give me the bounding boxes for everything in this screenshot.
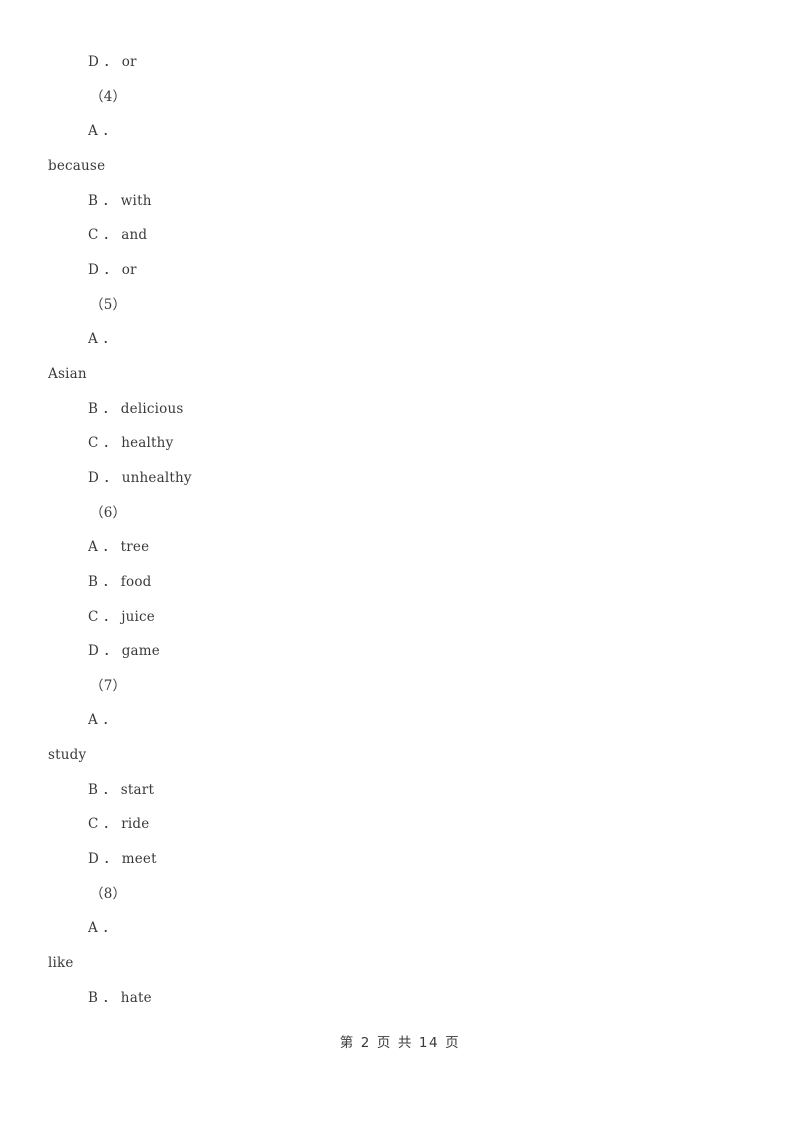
text-line: B ． with [88,192,152,209]
text-line: C ． and [88,227,148,244]
text-line: like [48,955,74,972]
text-line: （7） [90,677,127,694]
text-line: A ． [88,920,117,937]
text-line: D ． unhealthy [88,469,192,486]
text-line: Asian [48,365,87,382]
text-line: B ． hate [88,989,152,1006]
text-line: D ． or [88,54,137,70]
text-line: D ． meet [88,851,157,868]
text-line: B ． start [88,781,155,798]
text-line: D ． game [88,643,160,660]
text-line: D ． or [88,261,137,278]
text-line: A ． [88,331,117,348]
text-line: A ． tree [88,539,150,556]
text-line: （4） [90,88,127,105]
text-line: B ． delicious [88,400,184,417]
document-body: D ． or （4） A ． because B ． with C ． and D ． or… [48,45,752,1015]
text-line: because [48,157,106,174]
text-line: C ． ride [88,816,150,833]
text-line: A ． [88,123,117,140]
text-line: （6） [90,504,127,521]
text-line: （5） [90,296,127,313]
document-page: D ． or （4） A ． because B ． with C ． and D ． or… [0,0,800,1132]
text-line: C ． healthy [88,435,174,452]
text-line: A ． [88,712,117,729]
text-line: C ． juice [88,608,155,625]
text-line: B ． food [88,573,152,590]
page-footer: 第 2 页 共 14 页 [339,1035,461,1051]
text-line: study [48,747,87,764]
text-line: （8） [90,885,127,902]
